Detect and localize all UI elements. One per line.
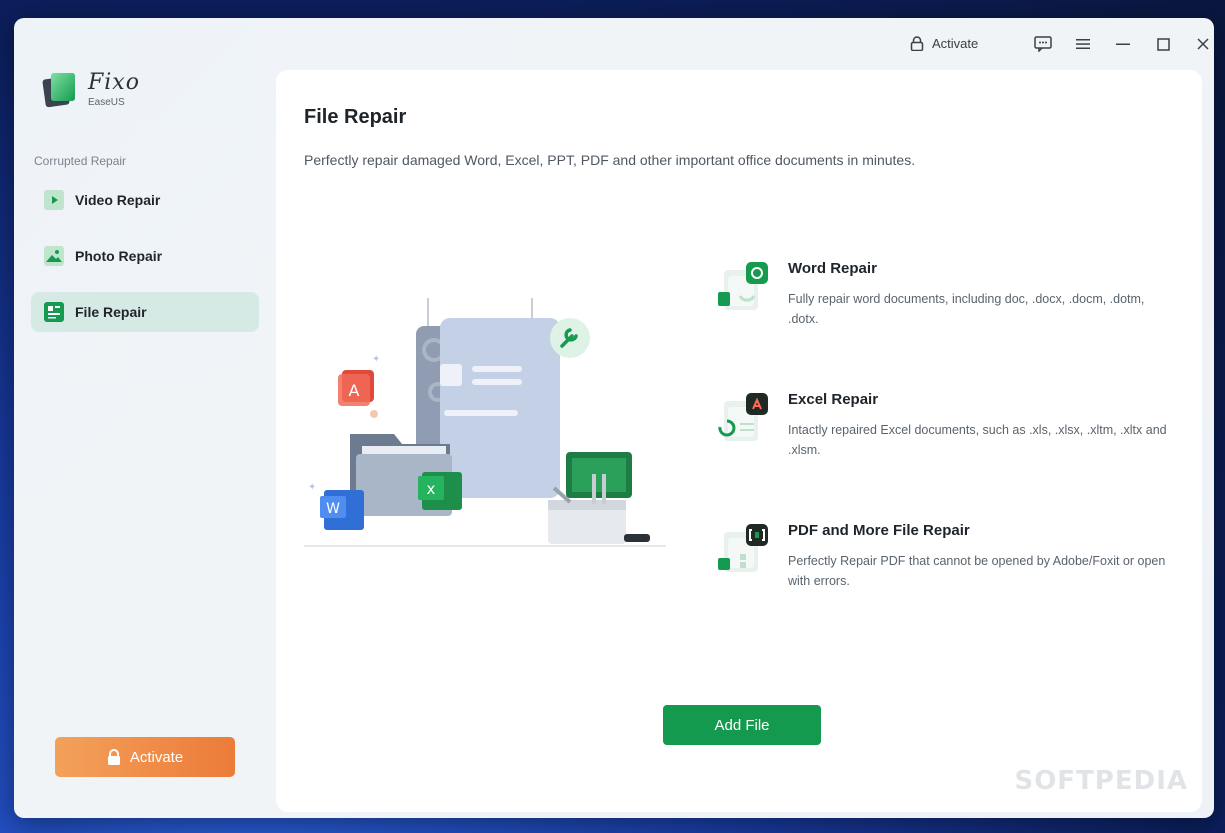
- sidebar-item-label: Video Repair: [75, 192, 161, 208]
- minimize-icon: [1116, 43, 1130, 45]
- feedback-button[interactable]: [1032, 34, 1054, 54]
- sidebar-nav: Video Repair Photo Repair File Repair: [31, 180, 259, 348]
- activate-label: Activate: [129, 748, 184, 766]
- app-name: Fixo: [88, 70, 140, 95]
- photo-icon: [44, 246, 64, 266]
- file-icon: [44, 302, 64, 322]
- softpedia-watermark: SOFTPEDIA: [1014, 766, 1188, 796]
- feature-title: Excel Repair: [788, 391, 879, 408]
- titlebar-activate-button[interactable]: Activate: [910, 36, 978, 51]
- feature-title: PDF and More File Repair: [788, 522, 970, 539]
- maximize-button[interactable]: [1152, 34, 1174, 54]
- maximize-icon: [1156, 37, 1170, 51]
- titlebar-activate-label: Activate: [932, 36, 979, 51]
- close-button[interactable]: [1192, 34, 1214, 54]
- close-icon: [1197, 38, 1209, 50]
- page-description: Perfectly repair damaged Word, Excel, PP…: [304, 152, 916, 168]
- feature-description: Perfectly Repair PDF that cannot be open…: [788, 554, 1166, 588]
- sidebar-item-photo-repair[interactable]: Photo Repair: [31, 236, 259, 276]
- lock-icon: [910, 36, 924, 51]
- sidebar-caption: Corrupted Repair: [34, 154, 127, 168]
- lock-icon: [107, 749, 120, 765]
- svg-text:✦: ✦: [372, 354, 380, 365]
- feature-list: Word Repair Fully repair word documents,…: [718, 258, 1178, 651]
- title-bar: Activate: [794, 18, 1214, 70]
- file-repair-illustration-icon: A x W ✦ ✦: [304, 298, 666, 547]
- app-window: Fixo EaseUS Corrupted Repair Video Repai…: [14, 18, 1214, 818]
- sidebar-item-video-repair[interactable]: Video Repair: [31, 180, 259, 220]
- feature-excel-repair: Excel Repair Intactly repaired Excel doc…: [718, 389, 1178, 520]
- svg-text:W: W: [326, 501, 340, 517]
- feature-word-repair: Word Repair Fully repair word documents,…: [718, 258, 1178, 389]
- svg-text:✦: ✦: [308, 482, 316, 493]
- word-repair-icon: [718, 262, 768, 310]
- menu-button[interactable]: [1072, 34, 1094, 54]
- add-file-button[interactable]: Add File: [663, 705, 821, 745]
- feedback-icon: [1034, 36, 1052, 52]
- feature-pdf-repair: PDF and More File Repair Perfectly Repai…: [718, 520, 1178, 651]
- feature-description: Fully repair word documents, including d…: [788, 292, 1145, 326]
- sidebar-item-file-repair[interactable]: File Repair: [31, 292, 259, 332]
- svg-text:x: x: [427, 480, 436, 498]
- excel-repair-icon: [718, 393, 768, 441]
- page-title: File Repair: [304, 106, 407, 128]
- sidebar-item-label: Photo Repair: [75, 248, 163, 264]
- app-vendor: EaseUS: [88, 97, 125, 108]
- feature-title: Word Repair: [788, 260, 877, 277]
- app-logo: Fixo EaseUS: [42, 68, 152, 112]
- sidebar-item-label: File Repair: [75, 304, 147, 320]
- menu-icon: [1076, 39, 1090, 49]
- feature-description: Intactly repaired Excel documents, such …: [788, 423, 1167, 457]
- pdf-repair-icon: [718, 524, 768, 572]
- svg-text:A: A: [349, 381, 360, 400]
- fixo-logo-icon: [42, 73, 75, 108]
- video-icon: [44, 190, 64, 210]
- main-panel: File Repair Perfectly repair damaged Wor…: [276, 70, 1202, 812]
- minimize-button[interactable]: [1112, 34, 1134, 54]
- sidebar-activate-button[interactable]: Activate: [55, 737, 235, 777]
